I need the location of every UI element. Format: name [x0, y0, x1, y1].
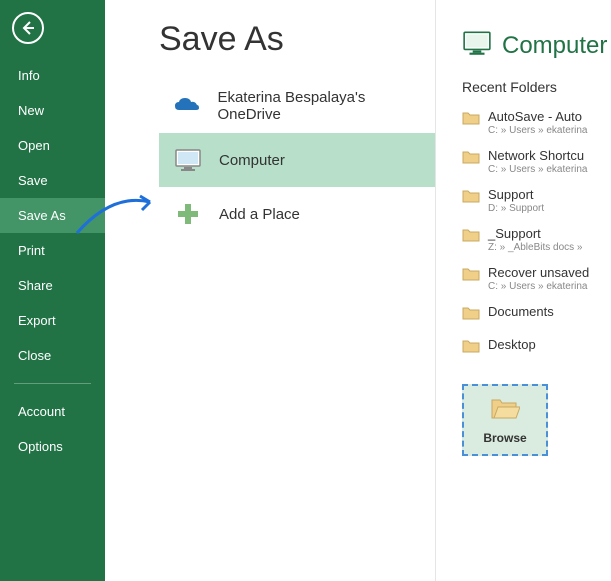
nav-export[interactable]: Export [0, 303, 105, 338]
nav-label: Open [18, 138, 50, 153]
location-add-place[interactable]: Add a Place [159, 187, 435, 241]
location-label: Ekaterina Bespalaya's OneDrive [217, 89, 423, 123]
location-label: Add a Place [219, 206, 300, 223]
nav-label: Export [18, 313, 56, 328]
folder-name: Desktop [488, 337, 536, 352]
folder-icon [462, 306, 480, 325]
recent-folders-label: Recent Folders [462, 79, 611, 95]
nav-label: Account [18, 404, 65, 419]
recent-folder-item[interactable]: Recover unsavedC: » Users » ekaterina [462, 259, 611, 298]
folder-name: _Support [488, 226, 583, 241]
recent-folder-item[interactable]: Desktop [462, 331, 611, 364]
folder-path: Z: » _AbleBits docs » [488, 242, 583, 253]
recent-folder-item[interactable]: _SupportZ: » _AbleBits docs » [462, 220, 611, 259]
onedrive-icon [171, 89, 203, 123]
nav-close[interactable]: Close [0, 338, 105, 373]
folder-icon [462, 267, 480, 286]
recent-folder-item[interactable]: Documents [462, 298, 611, 331]
nav-info[interactable]: Info [0, 58, 105, 93]
nav-label: Close [18, 348, 51, 363]
folder-name: Recover unsaved [488, 265, 589, 280]
plus-icon [171, 197, 205, 231]
nav-label: New [18, 103, 44, 118]
nav-save[interactable]: Save [0, 163, 105, 198]
recent-folder-item[interactable]: SupportD: » Support [462, 181, 611, 220]
folder-name: Network Shortcu [488, 148, 588, 163]
browse-button[interactable]: Browse [462, 384, 548, 456]
location-onedrive[interactable]: Ekaterina Bespalaya's OneDrive [159, 79, 435, 133]
browse-label: Browse [483, 431, 526, 445]
folder-icon [462, 339, 480, 358]
locations-panel: Save As Ekaterina Bespalaya's OneDrive C… [105, 0, 435, 581]
nav-label: Options [18, 439, 63, 454]
backstage-sidebar: Info New Open Save Save As Print Share E… [0, 0, 105, 581]
folder-name: Support [488, 187, 544, 202]
folder-icon [462, 228, 480, 247]
recent-folder-item[interactable]: AutoSave - AutoC: » Users » ekaterina [462, 103, 611, 142]
details-panel: Computer Recent Folders AutoSave - AutoC… [435, 0, 611, 581]
location-computer[interactable]: Computer [159, 133, 435, 187]
folder-name: Documents [488, 304, 554, 319]
folder-icon [462, 111, 480, 130]
folder-icon [462, 189, 480, 208]
main-panel: Save As Ekaterina Bespalaya's OneDrive C… [105, 0, 611, 581]
arrow-left-icon [20, 20, 36, 36]
nav-share[interactable]: Share [0, 268, 105, 303]
folder-path: C: » Users » ekaterina [488, 125, 588, 136]
nav-open[interactable]: Open [0, 128, 105, 163]
nav-account[interactable]: Account [0, 394, 105, 429]
folder-open-icon [490, 396, 520, 425]
computer-icon [171, 143, 205, 177]
recent-folders-list: AutoSave - AutoC: » Users » ekaterinaNet… [462, 103, 611, 364]
details-title: Computer [502, 32, 607, 60]
nav-new[interactable]: New [0, 93, 105, 128]
nav-label: Save As [18, 208, 66, 223]
nav-save-as[interactable]: Save As [0, 198, 105, 233]
folder-path: D: » Support [488, 203, 544, 214]
nav-label: Print [18, 243, 45, 258]
folder-icon [462, 150, 480, 169]
recent-folder-item[interactable]: Network ShortcuC: » Users » ekaterina [462, 142, 611, 181]
location-label: Computer [219, 152, 285, 169]
nav-options[interactable]: Options [0, 429, 105, 464]
nav-label: Save [18, 173, 48, 188]
nav-divider [14, 383, 91, 384]
nav-label: Share [18, 278, 53, 293]
folder-path: C: » Users » ekaterina [488, 164, 588, 175]
computer-icon [462, 30, 492, 61]
nav-print[interactable]: Print [0, 233, 105, 268]
back-button[interactable] [12, 12, 44, 44]
folder-path: C: » Users » ekaterina [488, 281, 589, 292]
page-title: Save As [159, 20, 435, 59]
nav-label: Info [18, 68, 40, 83]
folder-name: AutoSave - Auto [488, 109, 588, 124]
details-header: Computer [462, 30, 611, 61]
